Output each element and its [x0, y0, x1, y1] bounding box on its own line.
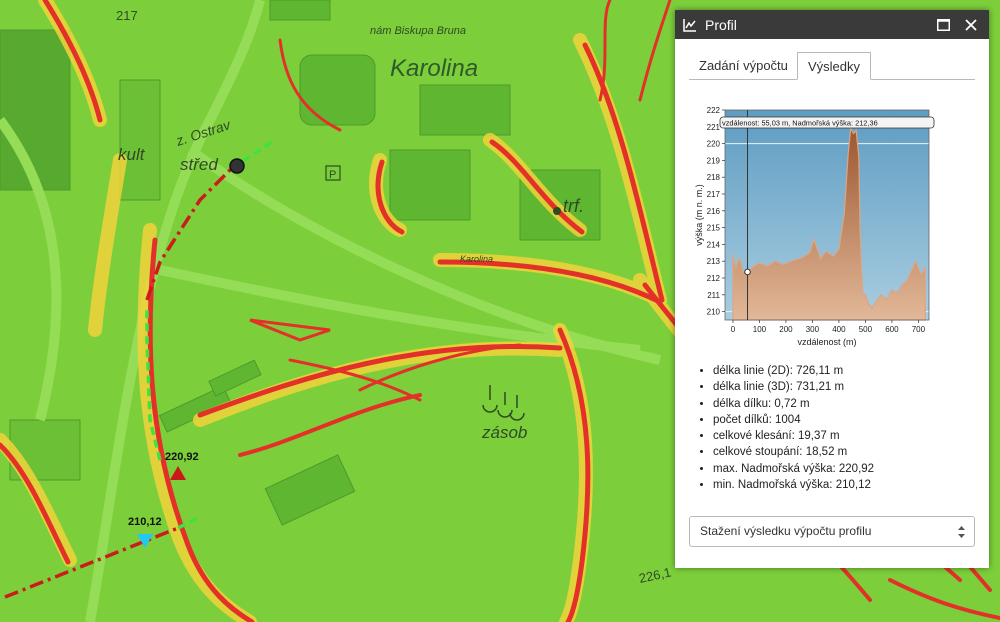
- chart-x-tick-label: 300: [806, 325, 820, 334]
- chart-cursor-point: [744, 268, 751, 276]
- stat-total-ascent: celkové stoupání: 18,52 m: [713, 444, 874, 460]
- chart-x-tick-label: 700: [912, 325, 926, 334]
- chart-x-tick-label: 200: [779, 325, 793, 334]
- stat-total-descent: celkové klesání: 19,37 m: [713, 428, 874, 444]
- tab-results[interactable]: Výsledky: [797, 52, 872, 80]
- min-elevation-label: 210,12: [128, 516, 162, 528]
- panel-tabs: Zadání výpočtu Výsledky: [689, 52, 975, 80]
- panel-title: Profil: [705, 16, 737, 33]
- chart-x-tick-label: 400: [832, 325, 846, 334]
- chart-tooltip-text: vzdálenost: 55,03 m, Nadmořská výška: 21…: [722, 119, 878, 128]
- chart-y-tick-label: 212: [707, 274, 721, 283]
- stat-segment-length: délka dílku: 0,72 m: [713, 396, 874, 412]
- stat-min-elevation: min. Nadmořská výška: 210,12: [713, 477, 874, 493]
- profile-panel: Profil Zadání výpočtu Výsledky 210 211 212…: [675, 10, 989, 568]
- chart-y-tick-label: 218: [707, 173, 721, 182]
- panel-titlebar: Profil: [675, 10, 989, 39]
- select-arrows-icon: [958, 526, 965, 538]
- profile-chart-icon: [683, 18, 696, 32]
- close-button[interactable]: [961, 15, 981, 35]
- chart-y-tick-label: 219: [707, 156, 721, 165]
- max-elevation-label: 220,92: [165, 451, 199, 463]
- chart-y-tick-label: 217: [707, 190, 721, 199]
- stat-segment-count: počet dílků: 1004: [713, 412, 874, 428]
- elevation-profile-chart[interactable]: 210 211 212 213 214 215 216 217 218 219 220 221 222 0…: [693, 105, 939, 363]
- profile-stats-list: délka linie (2D): 726,11 m délka linie (…: [697, 363, 874, 493]
- stat-length-2d: délka linie (2D): 726,11 m: [713, 363, 874, 379]
- chart-y-tick-label: 220: [707, 140, 721, 149]
- maximize-icon: [936, 18, 950, 31]
- tab-input[interactable]: Zadání výpočtu: [689, 52, 798, 79]
- chart-y-tick-label: 210: [707, 308, 721, 317]
- map-label-kult: kult: [118, 145, 146, 164]
- map-label-217: 217: [116, 8, 138, 23]
- chart-x-tick-label: 100: [753, 325, 767, 334]
- stat-length-3d: délka linie (3D): 731,21 m: [713, 379, 874, 395]
- map-label-zasob: zásob: [481, 423, 527, 442]
- map-label-karolina-small: Karolina: [460, 254, 493, 264]
- chart-x-tick-label: 600: [885, 325, 899, 334]
- stat-max-elevation: max. Nadmořská výška: 220,92: [713, 461, 874, 477]
- map-label-karolina: Karolina: [390, 55, 478, 82]
- map-label-stred: střed: [180, 155, 218, 174]
- cursor-position-marker: [229, 158, 245, 174]
- map-label-trf: trf.: [563, 196, 584, 216]
- chart-y-tick-label: 215: [707, 224, 721, 233]
- chart-x-axis-label: vzdálenost (m): [797, 337, 856, 347]
- chart-y-tick-label: 211: [707, 291, 720, 300]
- transformer-dot-icon: [553, 207, 561, 215]
- chart-y-tick-label: 221: [707, 123, 721, 132]
- download-results-select-value: Stažení výsledku výpočtu profilu: [700, 524, 872, 538]
- chart-y-tick-label: 222: [707, 106, 721, 115]
- download-results-select[interactable]: Stažení výsledku výpočtu profilu: [689, 516, 975, 547]
- close-icon: [965, 18, 977, 31]
- map-label-street: nám Biskupa Bruna: [370, 25, 466, 37]
- chart-y-tick-label: 216: [707, 207, 721, 216]
- chart-y-tick-label: 214: [707, 240, 721, 249]
- maximize-button[interactable]: [933, 15, 953, 35]
- chart-x-tick-label: 500: [859, 325, 873, 334]
- chart-y-axis-label: výška (m n. m.): [694, 184, 704, 246]
- chart-x-tick-label: 0: [731, 325, 736, 334]
- parking-label: P: [329, 169, 336, 181]
- chart-y-tick-label: 213: [707, 257, 721, 266]
